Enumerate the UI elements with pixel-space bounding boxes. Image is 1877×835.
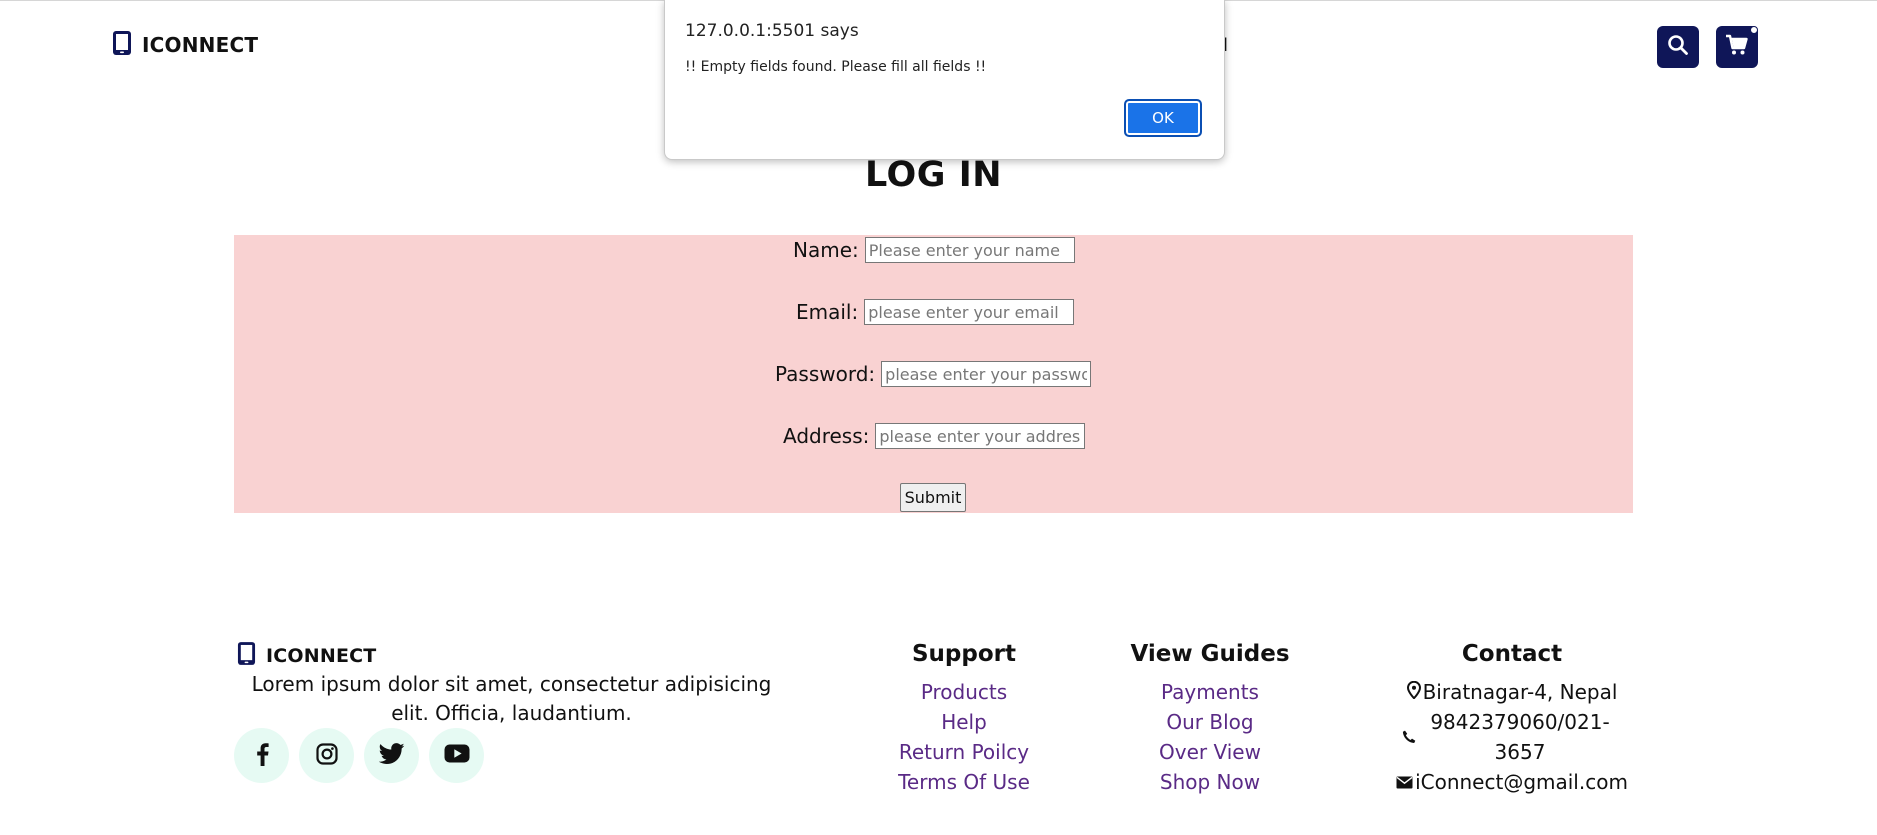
submit-button[interactable]: Submit — [900, 483, 966, 512]
email-input[interactable] — [864, 299, 1075, 325]
envelope-icon — [1396, 767, 1413, 797]
password-input[interactable] — [881, 361, 1092, 387]
youtube-link[interactable] — [429, 728, 484, 783]
phone-icon — [237, 641, 256, 670]
social-links — [234, 728, 484, 783]
contact-email-text: iConnect@gmail.com — [1415, 770, 1628, 794]
contact-phone: 9842379060/021-3657 — [1402, 707, 1622, 767]
instagram-link[interactable] — [299, 728, 354, 783]
footer-link-terms[interactable]: Terms Of Use — [854, 767, 1074, 797]
location-pin-icon — [1406, 677, 1421, 707]
footer-description: Lorem ipsum dolor sit amet, consectetur … — [251, 672, 772, 725]
footer-support-column: Support Products Help Return Poilcy Term… — [854, 641, 1074, 797]
cart-icon — [1725, 34, 1749, 60]
email-label: Email: — [796, 300, 859, 324]
name-row: Name: — [793, 237, 1075, 263]
footer-contact-column: Contact Biratnagar-4, Nepal 9842379060/0… — [1396, 641, 1628, 797]
facebook-icon — [254, 742, 270, 770]
dialog-title: 127.0.0.1:5501 says — [685, 21, 859, 41]
contact-address: Biratnagar-4, Nepal — [1402, 677, 1622, 707]
dialog-ok-button[interactable]: OK — [1124, 99, 1202, 137]
dialog-message: !! Empty fields found. Please fill all f… — [685, 59, 987, 75]
search-icon — [1667, 34, 1689, 60]
guides-heading: View Guides — [1130, 641, 1290, 667]
name-input[interactable] — [864, 237, 1075, 263]
footer-link-return-policy[interactable]: Return Poilcy — [854, 737, 1074, 767]
contact-email: iConnect@gmail.com — [1396, 767, 1628, 797]
contact-address-text: Biratnagar-4, Nepal — [1422, 680, 1618, 704]
password-row: Password: — [775, 361, 1092, 387]
twitter-icon — [378, 742, 405, 769]
contact-phone-text: 9842379060/021-3657 — [1430, 710, 1610, 764]
brand-name: ICONNECT — [142, 33, 259, 57]
footer-link-payments[interactable]: Payments — [1100, 677, 1320, 707]
footer-link-products[interactable]: Products — [854, 677, 1074, 707]
footer-link-help[interactable]: Help — [854, 707, 1074, 737]
phone-handset-icon — [1402, 722, 1416, 752]
twitter-link[interactable] — [364, 728, 419, 783]
email-row: Email: — [796, 299, 1075, 325]
address-label: Address: — [783, 424, 870, 448]
cart-badge — [1750, 26, 1758, 34]
address-row: Address: — [783, 423, 1086, 449]
name-label: Name: — [793, 238, 859, 262]
header-brand[interactable]: ICONNECT — [112, 30, 258, 60]
footer-brand-name: ICONNECT — [266, 644, 377, 667]
youtube-icon — [444, 744, 470, 767]
facebook-link[interactable] — [234, 728, 289, 783]
alert-dialog: 127.0.0.1:5501 says !! Empty fields foun… — [664, 0, 1225, 160]
page-title: LOG IN — [864, 155, 1003, 195]
phone-icon — [112, 30, 132, 60]
search-button[interactable] — [1657, 26, 1699, 68]
contact-heading: Contact — [1461, 641, 1563, 667]
cart-button[interactable] — [1716, 26, 1758, 68]
instagram-icon — [315, 742, 339, 770]
footer-link-shop-now[interactable]: Shop Now — [1100, 767, 1320, 797]
footer-link-overview[interactable]: Over View — [1100, 737, 1320, 767]
footer-link-blog[interactable]: Our Blog — [1100, 707, 1320, 737]
support-heading: Support — [911, 641, 1016, 667]
footer-brand[interactable]: ICONNECT — [237, 641, 376, 670]
address-input[interactable] — [875, 423, 1086, 449]
footer-guides-column: View Guides Payments Our Blog Over View … — [1100, 641, 1320, 797]
password-label: Password: — [775, 362, 876, 386]
